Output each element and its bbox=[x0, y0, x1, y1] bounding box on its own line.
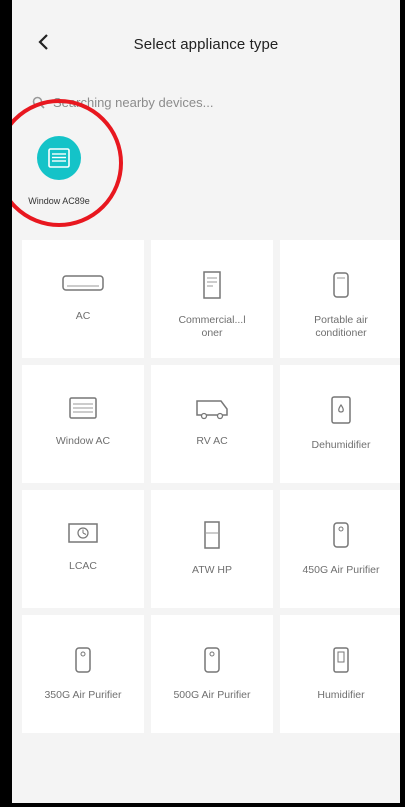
tile-ac[interactable]: AC bbox=[22, 240, 144, 358]
highlight-ring bbox=[12, 99, 123, 227]
appliance-grid: AC Commercial...l oner Portable air cond… bbox=[22, 240, 400, 733]
split-ac-icon bbox=[62, 275, 104, 291]
tile-lcac[interactable]: LCAC bbox=[22, 490, 144, 608]
tile-label: AC bbox=[75, 310, 91, 322]
lcac-icon bbox=[68, 523, 98, 543]
air-purifier-icon bbox=[75, 647, 91, 673]
tile-humidifier[interactable]: Humidifier bbox=[280, 615, 400, 733]
tile-window-ac[interactable]: Window AC bbox=[22, 365, 144, 483]
back-arrow-icon bbox=[38, 34, 48, 50]
tile-label: 450G Air Purifier bbox=[302, 564, 380, 576]
tile-dehumidifier[interactable]: Dehumidifier bbox=[280, 365, 400, 483]
tile-label: Humidifier bbox=[317, 689, 365, 701]
air-purifier-icon bbox=[333, 522, 349, 548]
tile-label: 500G Air Purifier bbox=[173, 689, 251, 701]
dehumidifier-icon bbox=[331, 396, 351, 424]
tile-label: Commercial...l oner bbox=[178, 314, 246, 339]
tile-label: Portable air conditioner bbox=[314, 314, 368, 339]
tile-450g-air-purifier[interactable]: 450G Air Purifier bbox=[280, 490, 400, 608]
window-ac-icon bbox=[69, 397, 97, 419]
tile-label: 350G Air Purifier bbox=[44, 689, 122, 701]
rv-ac-icon bbox=[196, 400, 228, 420]
tile-500g-air-purifier[interactable]: 500G Air Purifier bbox=[151, 615, 273, 733]
tile-label: ATW HP bbox=[191, 564, 233, 576]
tile-label: Window AC bbox=[55, 435, 111, 447]
back-button[interactable] bbox=[30, 28, 58, 56]
tile-label: Dehumidifier bbox=[311, 439, 371, 451]
tile-commercial-air-conditioner[interactable]: Commercial...l oner bbox=[151, 240, 273, 358]
humidifier-icon bbox=[333, 647, 349, 673]
atw-hp-icon bbox=[204, 521, 220, 549]
portable-ac-icon bbox=[333, 272, 349, 298]
header: Select appliance type bbox=[12, 0, 400, 86]
tile-rv-ac[interactable]: RV AC bbox=[151, 365, 273, 483]
commercial-ac-icon bbox=[203, 271, 221, 299]
air-purifier-icon bbox=[204, 647, 220, 673]
page-title: Select appliance type bbox=[133, 35, 279, 53]
tile-350g-air-purifier[interactable]: 350G Air Purifier bbox=[22, 615, 144, 733]
tile-label: RV AC bbox=[196, 435, 228, 447]
tile-portable-air-conditioner[interactable]: Portable air conditioner bbox=[280, 240, 400, 358]
tile-label: LCAC bbox=[68, 560, 97, 572]
tile-atw-hp[interactable]: ATW HP bbox=[151, 490, 273, 608]
app-screen: Select appliance type Searching nearby d… bbox=[12, 0, 400, 803]
